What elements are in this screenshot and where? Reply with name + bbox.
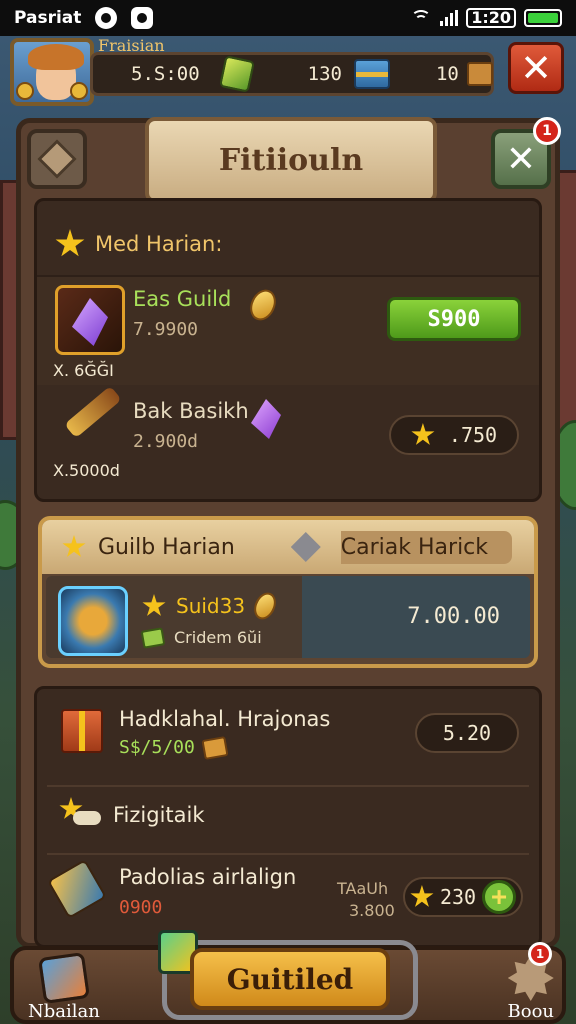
gem-icon xyxy=(218,55,255,93)
close-icon: ✕ xyxy=(505,138,537,180)
divider xyxy=(47,785,529,787)
wand-item-icon xyxy=(55,385,125,461)
signal-icon xyxy=(440,10,459,26)
panel-title: Fitiiouln xyxy=(218,142,364,178)
message-icon xyxy=(131,7,154,29)
crystal-item-icon xyxy=(55,285,125,355)
task-title: Hadklahal. Hrajonas xyxy=(119,707,331,731)
scroll-item-icon xyxy=(46,858,108,920)
battery-icon xyxy=(524,9,562,27)
scroll-icon xyxy=(37,952,90,1004)
panel-title-scroll: Fitiiouln xyxy=(145,117,437,203)
coin-icon xyxy=(245,285,281,325)
guild-button[interactable]: Guitiled xyxy=(190,948,390,1010)
task-aux-top: TAaUh xyxy=(337,879,389,898)
item-name: Bak Basikh xyxy=(133,399,249,423)
wifi-icon xyxy=(410,10,432,26)
carrier-label: Pasriat xyxy=(14,8,82,28)
nav-item-right[interactable]: Boou xyxy=(507,955,555,1022)
close-icon: ✕ xyxy=(520,46,552,90)
guild-harian-section: Guilb Harian Cariak Harick Suid33 Cridem… xyxy=(38,516,538,668)
plus-icon[interactable]: + xyxy=(482,880,517,914)
star-icon xyxy=(411,423,435,445)
boxes-value: 10 xyxy=(435,63,459,85)
diamond-icon xyxy=(37,139,77,179)
task-aux-bottom: 3.800 xyxy=(349,901,395,920)
item-name: Eas Guild xyxy=(133,287,232,311)
close-button[interactable]: ✕ xyxy=(508,42,564,94)
shuriken-icon xyxy=(290,532,321,562)
section-title: Med Harian: xyxy=(95,232,223,256)
star-icon xyxy=(55,229,85,257)
box-icon xyxy=(466,62,493,86)
divider xyxy=(47,853,529,855)
item-count: X.5000d xyxy=(53,461,120,480)
coin-icon xyxy=(16,82,34,100)
chip-icon xyxy=(140,626,166,649)
resource-strip: 5.S:00 130 10 xyxy=(90,52,494,96)
tab-guild-harian[interactable]: Guilb Harian xyxy=(98,535,235,560)
gems-value: 5.S:00 xyxy=(131,63,200,85)
tab-cariak-harick[interactable]: Cariak Harick xyxy=(340,530,513,564)
item-name: Suid33 xyxy=(176,594,246,618)
crystal-icon xyxy=(251,399,281,439)
item-subtext: 2.900d xyxy=(133,431,199,452)
task-title: Fizigitaik xyxy=(113,803,205,827)
gold-bar-icon xyxy=(201,735,229,760)
star-icon xyxy=(62,535,86,557)
task-title: Padolias airlalign xyxy=(119,865,297,889)
section-tabs: Guilb Harian Cariak Harick xyxy=(42,520,534,574)
nav-label: Nbailan xyxy=(28,1001,100,1022)
notification-badge: 1 xyxy=(533,117,561,145)
nav-label: Boou xyxy=(507,1001,555,1022)
coin-icon xyxy=(250,589,281,623)
task-value: 230 xyxy=(439,885,477,909)
gem-menu-button[interactable] xyxy=(27,129,87,189)
status-bar: Pasriat 1:20 xyxy=(0,0,576,36)
price-value: .750 xyxy=(448,423,498,447)
item-subtext: 7.9900 xyxy=(133,319,199,340)
list-item[interactable]: Eas Guild 7.9900 X. 6ĞĞI S900 xyxy=(37,275,539,385)
chests-value: 130 xyxy=(307,63,342,85)
circle-dot-icon xyxy=(95,7,118,29)
nav-item-left[interactable]: Nbailan xyxy=(28,952,100,1022)
avatar[interactable] xyxy=(10,38,94,106)
task-subtext: 0900 xyxy=(119,897,163,918)
resource-gems[interactable]: 5.S:00 xyxy=(131,55,255,93)
star-icon xyxy=(142,594,166,616)
resource-boxes[interactable]: 10 xyxy=(436,62,493,86)
section-heading: Med Harian: xyxy=(55,229,222,259)
star-icon xyxy=(410,885,434,907)
notification-badge: 1 xyxy=(528,942,552,966)
bottom-nav: Nbailan Guitiled Boou 1 xyxy=(0,930,576,1024)
daily-section: Med Harian: Eas Guild 7.9900 X. 6ĞĞI S90… xyxy=(34,198,542,502)
buy-button[interactable]: S900 xyxy=(387,297,521,341)
resource-bar: Fraisian 5.S:00 130 10 ✕ xyxy=(6,36,570,106)
coin-icon xyxy=(70,82,88,100)
guild-reward-row[interactable]: Suid33 Cridem 6ŭi 7.00.00 xyxy=(46,576,530,658)
task-value: 5.20 xyxy=(442,721,492,745)
cloud-icon xyxy=(73,811,101,825)
task-value-button[interactable]: 5.20 xyxy=(415,713,519,753)
item-subtext: Cridem 6ŭi xyxy=(174,628,262,647)
portal-item-icon xyxy=(58,586,128,656)
resource-chests[interactable]: 130 xyxy=(308,59,390,89)
task-value-button[interactable]: 230 + xyxy=(403,877,523,917)
price-button[interactable]: .750 xyxy=(389,415,519,455)
gift-icon xyxy=(61,709,103,753)
tasks-section: Hadklahal. Hrajonas S$/5/00 5.20 Fizigit… xyxy=(34,686,542,948)
item-count: X. 6ĞĞI xyxy=(53,361,114,380)
chest-icon xyxy=(353,59,390,89)
task-subtext: S$/5/00 xyxy=(119,737,195,758)
reward-value: 7.00.00 xyxy=(407,604,500,629)
list-item[interactable]: Bak Basikh 2.900d X.5000d .750 xyxy=(37,385,539,501)
clock: 1:20 xyxy=(466,8,516,28)
